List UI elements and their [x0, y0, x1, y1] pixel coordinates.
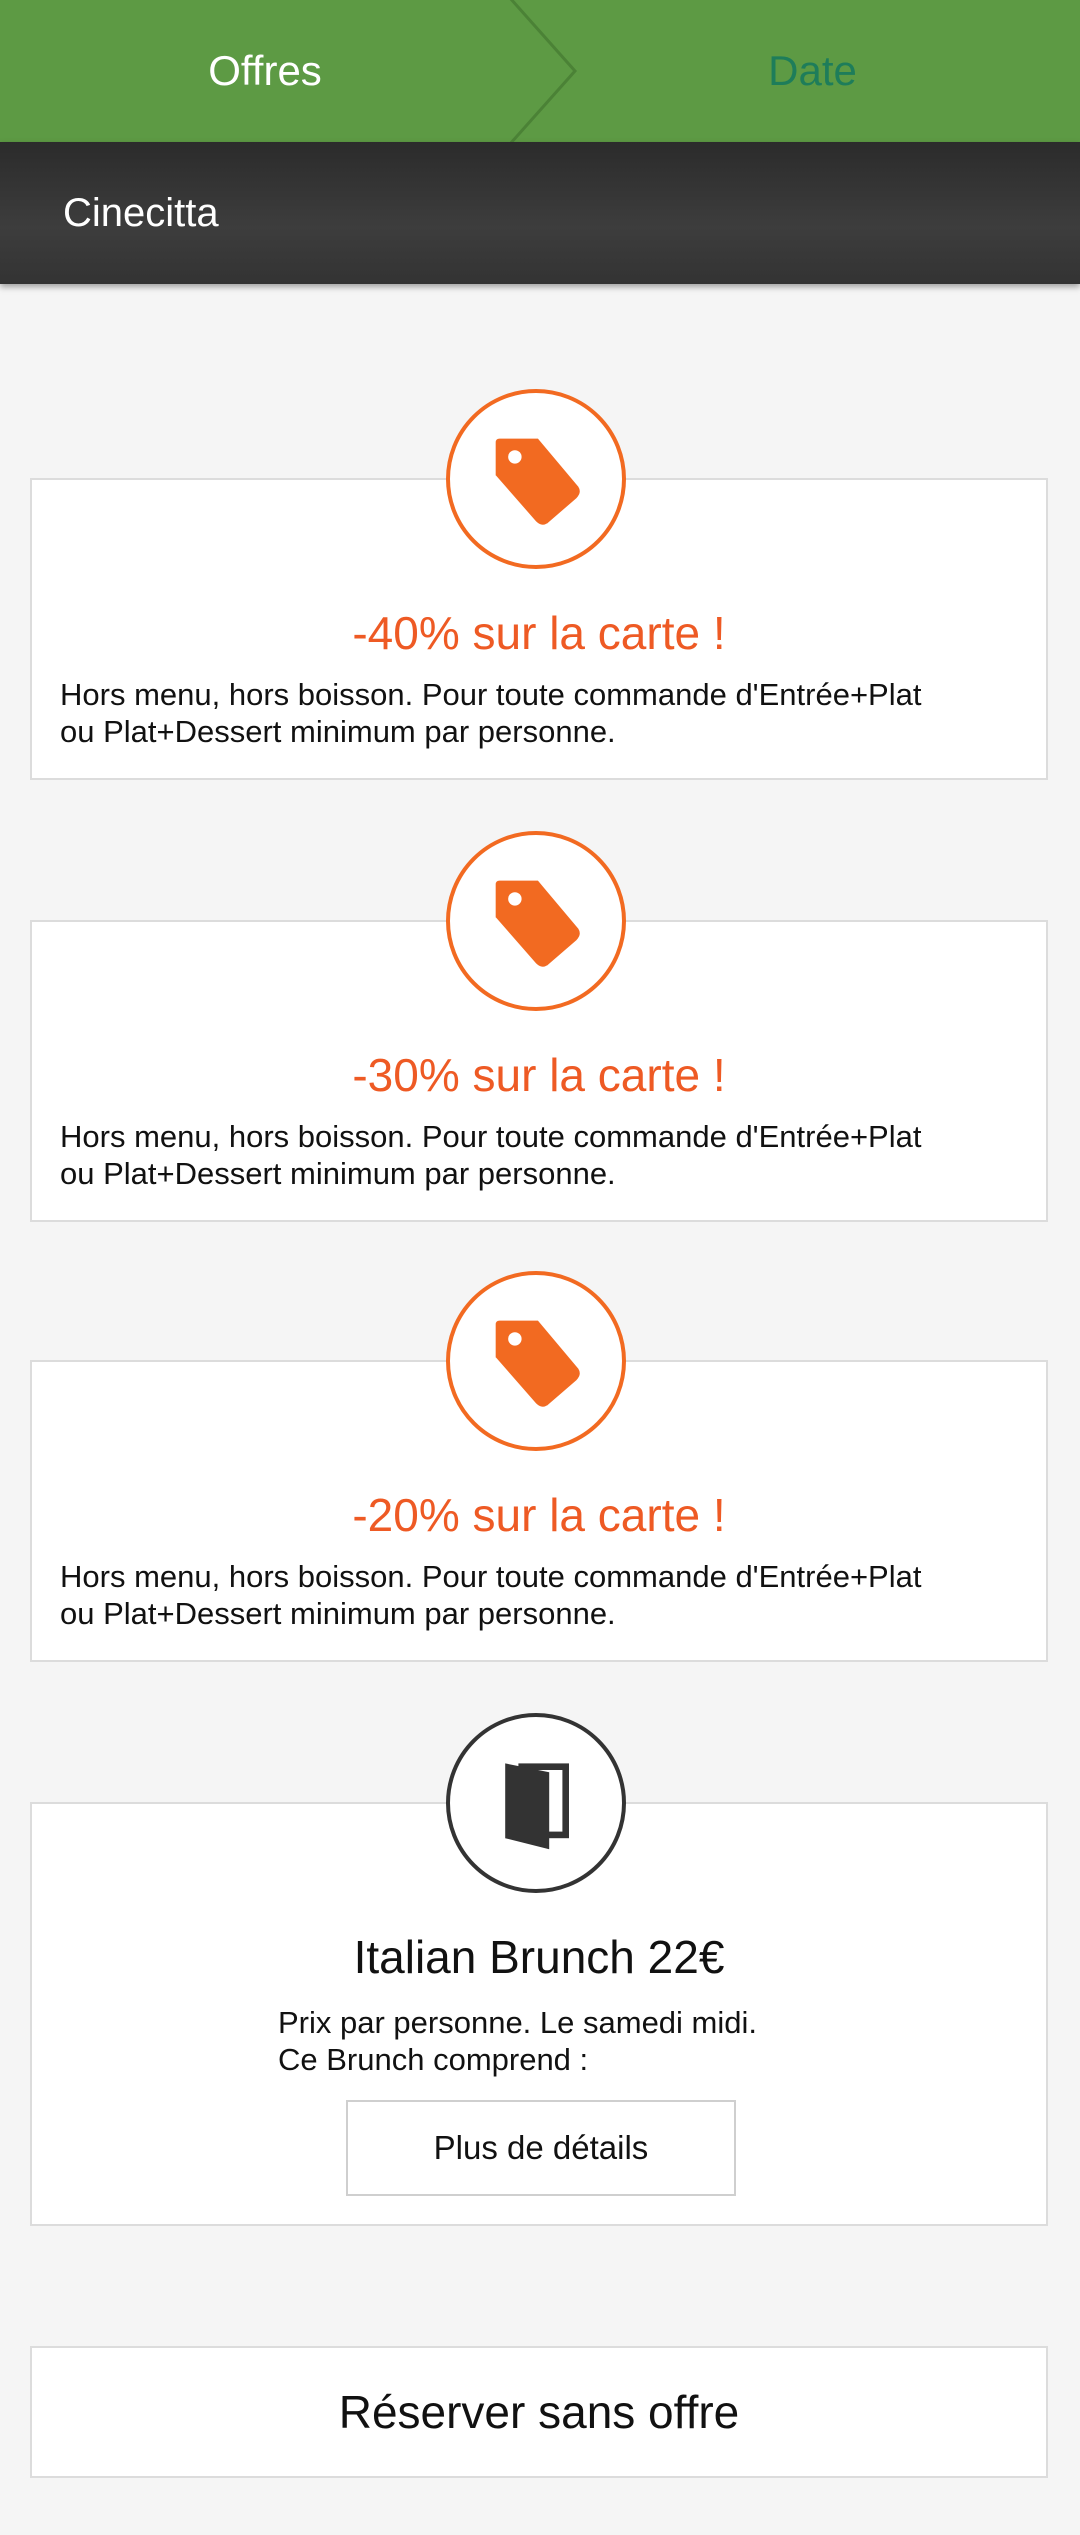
offer-description-line: ou Plat+Dessert minimum par personne.: [60, 714, 616, 749]
brunch-description-line: Prix par personne. Le samedi midi.: [278, 2005, 758, 2040]
tab-offres[interactable]: Offres: [0, 0, 530, 142]
brunch-title: Italian Brunch 22€: [353, 1931, 725, 1983]
tag-icon: [495, 880, 580, 967]
restaurant-name: Cinecitta: [63, 190, 219, 235]
tab-date[interactable]: Date: [540, 0, 1080, 142]
offer-description-line: ou Plat+Dessert minimum par personne.: [60, 1596, 616, 1631]
tag-icon-badge: [446, 1271, 626, 1451]
step-tabs: Offres Date: [0, 0, 1080, 142]
offer-description: Hors menu, hors boisson. Pour toute comm…: [60, 1558, 1040, 1632]
restaurant-header: Cinecitta: [0, 142, 1080, 284]
tag-icon: [495, 1320, 580, 1407]
brunch-description-line: Ce Brunch comprend :: [278, 2042, 589, 2077]
offer-title: -20% sur la carte !: [352, 1489, 726, 1541]
tag-icon-badge: [446, 831, 626, 1011]
menu-book-icon: [505, 1763, 569, 1850]
more-details-button[interactable]: Plus de détails: [346, 2100, 736, 2196]
menu-icon-badge: [446, 1713, 626, 1893]
offer-description-line: Hors menu, hors boisson. Pour toute comm…: [60, 1559, 922, 1594]
tag-icon-badge: [446, 389, 626, 569]
offer-description-line: Hors menu, hors boisson. Pour toute comm…: [60, 677, 922, 712]
offer-title: -30% sur la carte !: [352, 1049, 726, 1101]
offer-description: Hors menu, hors boisson. Pour toute comm…: [60, 676, 1040, 750]
brunch-description: Prix par personne. Le samedi midi. Ce Br…: [278, 2004, 757, 2078]
offer-description-line: ou Plat+Dessert minimum par personne.: [60, 1156, 616, 1191]
offer-title: -40% sur la carte !: [352, 607, 726, 659]
tag-icon: [495, 438, 580, 525]
reserve-without-offer-button[interactable]: Réserver sans offre: [30, 2346, 1048, 2478]
offer-description: Hors menu, hors boisson. Pour toute comm…: [60, 1118, 1040, 1192]
offer-description-line: Hors menu, hors boisson. Pour toute comm…: [60, 1119, 922, 1154]
